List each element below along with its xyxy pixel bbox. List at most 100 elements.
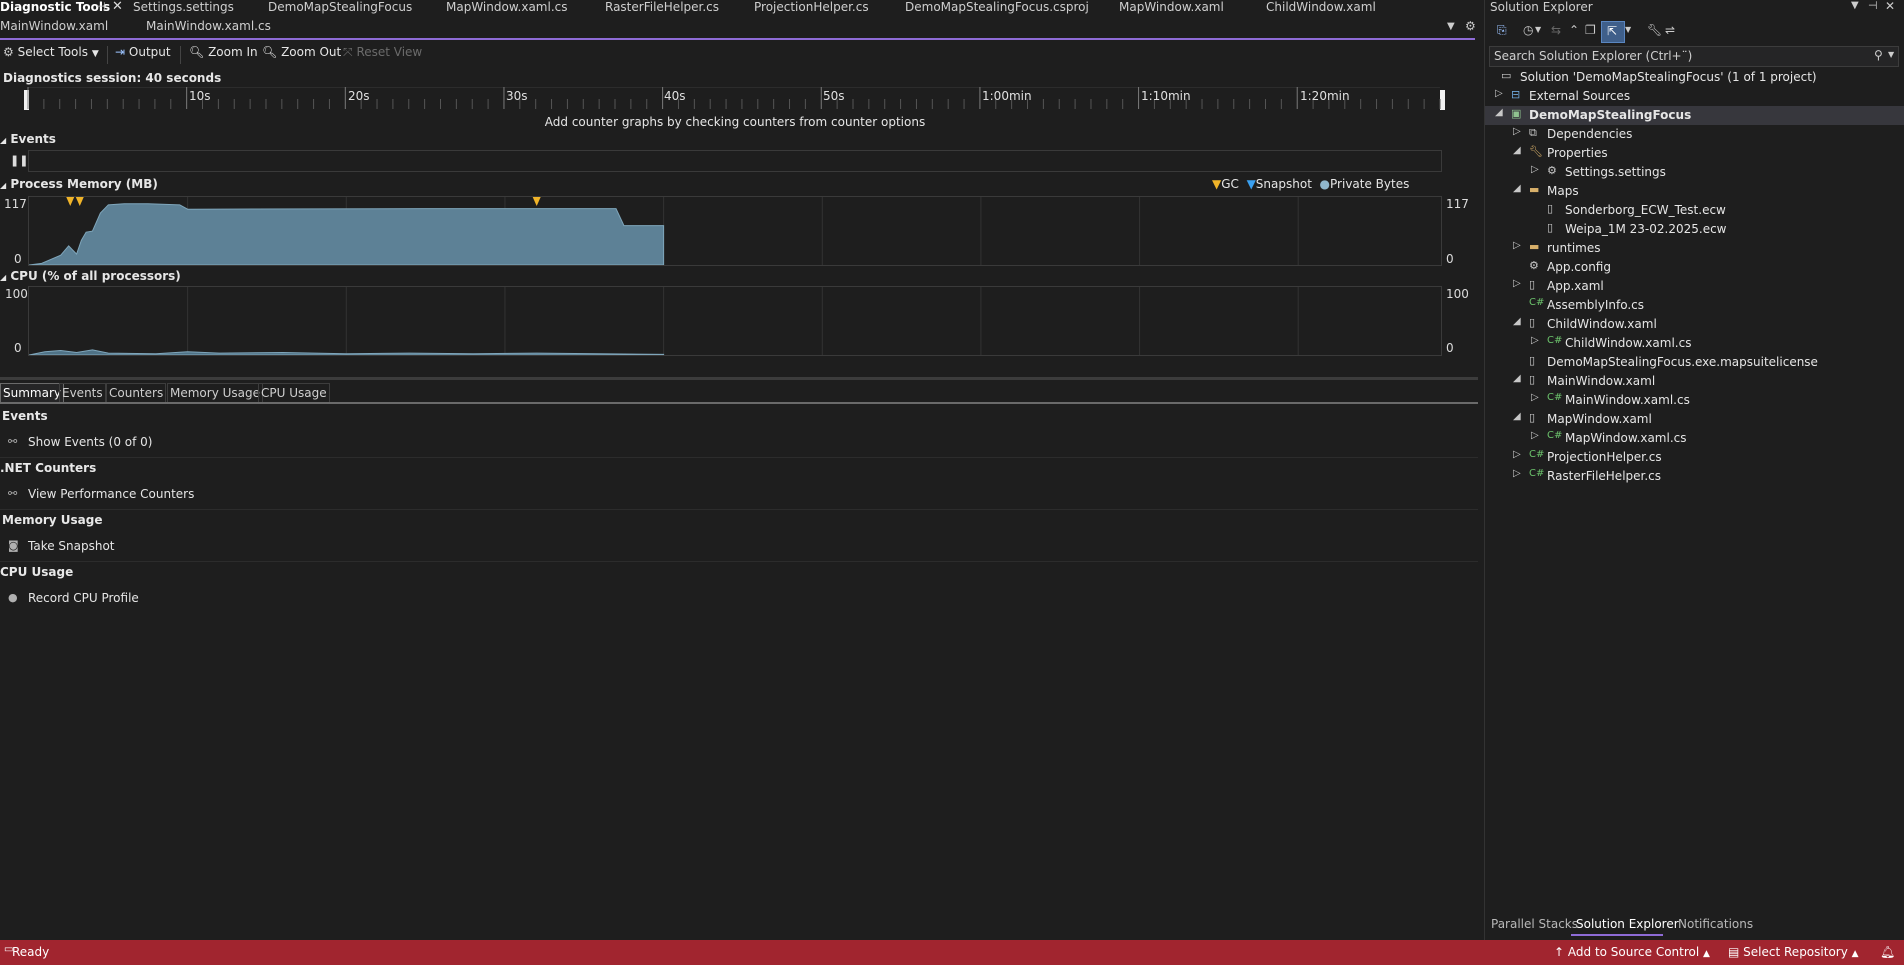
expand-arrow-icon[interactable]: ▷ [1531, 335, 1539, 346]
switch-views-icon[interactable]: ⎘ [1497, 23, 1507, 38]
tree-item-project[interactable]: ◢ ▣ DemoMapStealingFocus [1485, 106, 1904, 125]
events-section-header[interactable]: ◢ Events [0, 132, 56, 146]
tab-notifications[interactable]: Notifications [1678, 917, 1753, 931]
tree-item-rasterfilehelper[interactable]: ▷ C# RasterFileHelper.cs [1485, 467, 1904, 486]
events-track[interactable] [28, 150, 1442, 172]
tree-item-mainwindow-xaml[interactable]: ◢ ▯ MainWindow.xaml [1485, 372, 1904, 391]
tab-demomapstealingfocus[interactable]: DemoMapStealingFocus [268, 0, 412, 16]
pin-icon[interactable]: ⊣ [96, 0, 106, 13]
gear-icon[interactable]: ⚙ [1465, 19, 1476, 33]
show-all-files-icon[interactable]: ❐ [1585, 23, 1596, 37]
zoom-out-button[interactable]: 🔍︎ Zoom Out [262, 45, 341, 59]
tab-label: RasterFileHelper.cs [605, 0, 720, 14]
tab-solution-explorer[interactable]: Solution Explorer [1576, 917, 1679, 931]
collapse-arrow-icon[interactable]: ◢ [1513, 411, 1521, 422]
tab-projectionhelper[interactable]: ProjectionHelper.cs [754, 0, 869, 16]
chevron-down-icon[interactable]: ▼ [1888, 50, 1894, 59]
history-icon[interactable]: ◷ [1523, 23, 1533, 37]
tree-item-maps-folder[interactable]: ◢ ▬ Maps [1485, 182, 1904, 201]
collapse-arrow-icon[interactable]: ◢ [1513, 316, 1521, 327]
tree-item-mainwindow-cs[interactable]: ▷ C# MainWindow.xaml.cs [1485, 391, 1904, 410]
reset-view-button[interactable]: ⤧ Reset View [343, 45, 422, 60]
tab-events[interactable]: Events [59, 383, 106, 403]
memory-section-header[interactable]: ◢ Process Memory (MB) [0, 177, 158, 191]
expand-arrow-icon[interactable]: ▷ [1513, 126, 1521, 137]
wrench-icon[interactable]: 🔧︎ [1647, 23, 1662, 37]
tab-cpu-usage[interactable]: CPU Usage [258, 383, 330, 403]
tree-item-settings[interactable]: ▷ ⚙ Settings.settings [1485, 163, 1904, 182]
memory-graph[interactable] [28, 196, 1442, 266]
cpu-graph[interactable] [28, 286, 1442, 356]
chevron-down-icon[interactable]: ▼ [1535, 25, 1541, 34]
splitter[interactable] [0, 377, 1478, 380]
tree-item-childwindow-xaml[interactable]: ◢ ▯ ChildWindow.xaml [1485, 315, 1904, 334]
search-icon[interactable]: ⚲ [1874, 48, 1883, 62]
tab-mapwindow-xaml-cs[interactable]: MapWindow.xaml.cs [446, 0, 568, 16]
pause-icon[interactable]: ❚❚ [10, 154, 28, 167]
solution-search-field[interactable]: Search Solution Explorer (Ctrl+¨) ⚲ ▼ [1489, 46, 1899, 67]
take-snapshot-link[interactable]: Take Snapshot [28, 539, 115, 553]
tree-item-properties[interactable]: ◢ 🔧︎ Properties [1485, 144, 1904, 163]
collapse-arrow-icon[interactable]: ◢ [1513, 183, 1521, 194]
tree-item-file[interactable]: ▯ Sonderborg_ECW_Test.ecw [1485, 201, 1904, 220]
tab-mapwindow-xaml[interactable]: MapWindow.xaml [1119, 0, 1224, 16]
tree-item-childwindow-cs[interactable]: ▷ C# ChildWindow.xaml.cs [1485, 334, 1904, 353]
tab-rasterfilehelper[interactable]: RasterFileHelper.cs [605, 0, 719, 16]
tree-item-app-config[interactable]: ⚙ App.config [1485, 258, 1904, 277]
tab-summary[interactable]: Summary [0, 383, 64, 403]
collapse-arrow-icon[interactable]: ◢ [1513, 145, 1521, 156]
sync-icon[interactable]: ⇆ [1551, 23, 1561, 37]
tree-item-file[interactable]: ▯ Weipa_1M 23-02.2025.ecw [1485, 220, 1904, 239]
output-button[interactable]: ⇥ Output [115, 45, 171, 59]
memory-legend: ▼GC ▼Snapshot ●Private Bytes [1212, 177, 1409, 191]
add-to-source-control-button[interactable]: ↑ Add to Source Control ▲ [1554, 945, 1710, 959]
expand-arrow-icon[interactable]: ▷ [1513, 468, 1521, 479]
tree-item-solution[interactable]: ▭ Solution 'DemoMapStealingFocus' (1 of … [1485, 68, 1904, 87]
preview-icon[interactable]: ⇌ [1665, 23, 1675, 37]
view-performance-counters-link[interactable]: View Performance Counters [28, 487, 194, 501]
tree-item-projectionhelper[interactable]: ▷ C# ProjectionHelper.cs [1485, 448, 1904, 467]
select-repository-button[interactable]: ▤ Select Repository ▲ [1728, 945, 1859, 959]
tree-item-license[interactable]: ▯ DemoMapStealingFocus.exe.mapsuitelicen… [1485, 353, 1904, 372]
tab-settings-settings[interactable]: Settings.settings [133, 0, 234, 16]
tree-item-app-xaml[interactable]: ▷ ▯ App.xaml [1485, 277, 1904, 296]
tab-csproj[interactable]: DemoMapStealingFocus.csproj [905, 0, 1089, 16]
zoom-in-button[interactable]: 🔍︎ Zoom In [189, 45, 258, 59]
close-icon[interactable]: ✕ [112, 0, 123, 14]
collapse-all-icon[interactable]: ⌃ [1569, 23, 1579, 37]
collapse-arrow-icon[interactable]: ◢ [1495, 107, 1503, 118]
expand-arrow-icon[interactable]: ▷ [1531, 430, 1539, 441]
tree-item-runtimes[interactable]: ▷ ▬ runtimes [1485, 239, 1904, 258]
expand-arrow-icon[interactable]: ▷ [1513, 278, 1521, 289]
tab-mainwindow-xaml-cs[interactable]: MainWindow.xaml.cs [146, 19, 271, 35]
record-cpu-profile-link[interactable]: Record CPU Profile [28, 591, 139, 605]
track-active-item-button[interactable]: ⇱ [1601, 21, 1625, 43]
tree-item-mapwindow-xaml[interactable]: ◢ ▯ MapWindow.xaml [1485, 410, 1904, 429]
tab-childwindow-xaml[interactable]: ChildWindow.xaml [1266, 0, 1376, 16]
tab-overflow-dropdown-icon[interactable]: ▼ [1447, 21, 1455, 32]
expand-arrow-icon[interactable]: ▷ [1513, 240, 1521, 251]
tab-mainwindow-xaml[interactable]: MainWindow.xaml [0, 19, 108, 35]
chevron-down-icon[interactable]: ▼ [1625, 25, 1631, 34]
select-tools-button[interactable]: ⚙ Select Tools ▼ [3, 45, 99, 59]
tree-item-assemblyinfo[interactable]: C# AssemblyInfo.cs [1485, 296, 1904, 315]
collapse-arrow-icon[interactable]: ◢ [1513, 373, 1521, 384]
tab-parallel-stacks[interactable]: Parallel Stacks [1491, 917, 1578, 931]
tab-counters[interactable]: Counters [106, 383, 167, 403]
cpu-section-header[interactable]: ◢ CPU (% of all processors) [0, 269, 181, 283]
tab-memory-usage[interactable]: Memory Usage [167, 383, 264, 403]
tree-item-mapwindow-cs[interactable]: ▷ C# MapWindow.xaml.cs [1485, 429, 1904, 448]
close-icon[interactable]: ✕ [1885, 0, 1895, 13]
expand-arrow-icon[interactable]: ▷ [1495, 88, 1503, 99]
pin-icon[interactable]: ⊣ [1868, 0, 1878, 12]
dependencies-icon: ⧉ [1529, 126, 1537, 139]
expand-arrow-icon[interactable]: ▷ [1531, 392, 1539, 403]
tree-item-dependencies[interactable]: ▷ ⧉ Dependencies [1485, 125, 1904, 144]
expand-arrow-icon[interactable]: ▷ [1513, 449, 1521, 460]
tree-item-external-sources[interactable]: ▷ ⊟ External Sources [1485, 87, 1904, 106]
tab-diagnostic-tools[interactable]: Diagnostic Tools [0, 0, 110, 16]
expand-arrow-icon[interactable]: ▷ [1531, 164, 1539, 175]
show-events-link[interactable]: Show Events (0 of 0) [28, 435, 152, 449]
notification-bell-icon[interactable]: 🔔︎ [1880, 945, 1895, 959]
panel-dropdown-icon[interactable]: ▼ [1851, 0, 1859, 11]
